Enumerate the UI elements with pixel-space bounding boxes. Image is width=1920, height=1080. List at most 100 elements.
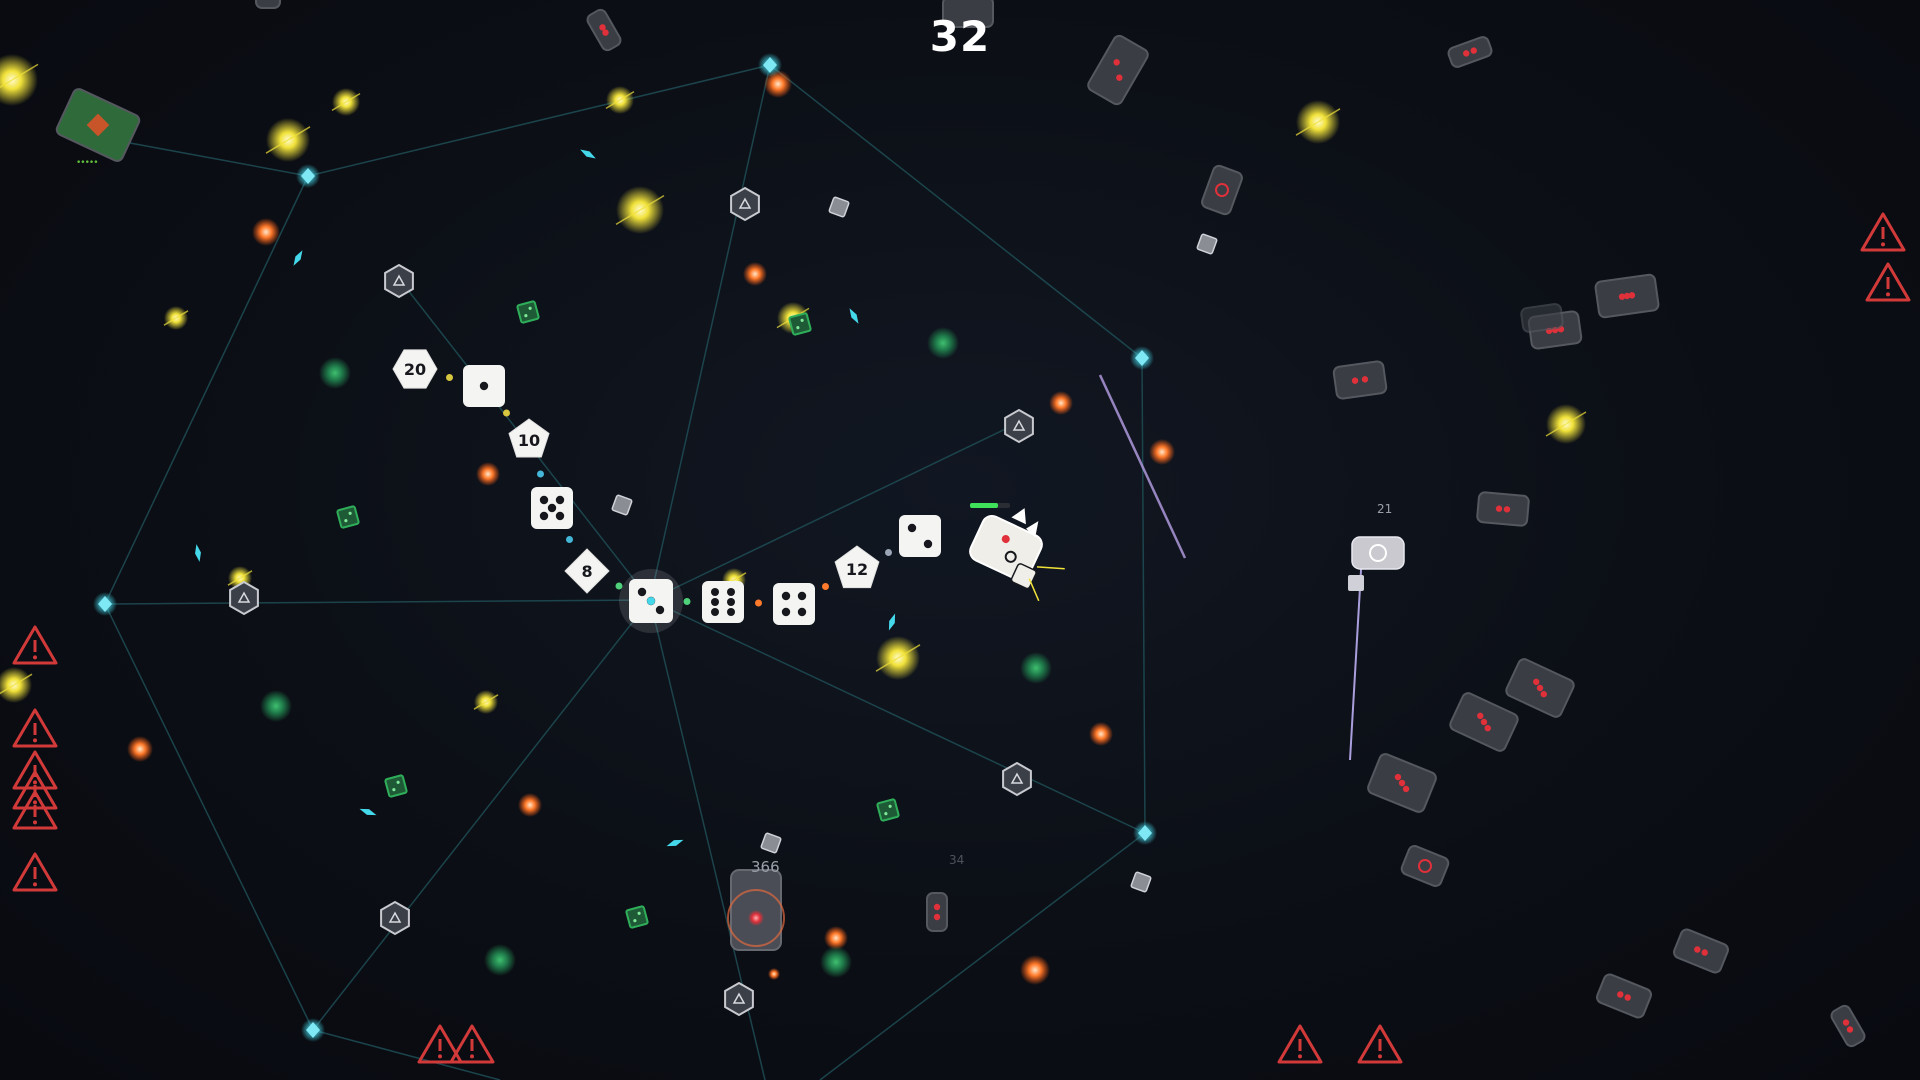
yellow-bug — [0, 667, 32, 703]
chain-link — [615, 582, 623, 590]
enemy-card — [1332, 360, 1388, 400]
crystal-shard — [359, 808, 377, 816]
web-line — [104, 603, 314, 1031]
web-line — [649, 64, 771, 601]
square-turret — [828, 196, 850, 218]
green-die-pickup — [336, 505, 360, 529]
faint-number-label: 34 — [949, 853, 965, 867]
web-line — [769, 64, 1143, 359]
chain-link — [566, 536, 573, 543]
die-d8: 8 — [564, 548, 610, 594]
fireball — [127, 736, 153, 762]
enemy-cards — [55, 0, 1866, 1048]
web-line — [649, 599, 1146, 834]
hexagon-turret-icon — [384, 263, 414, 299]
chain-link — [537, 470, 544, 478]
fireball — [743, 262, 767, 286]
player-ship — [969, 503, 1065, 602]
die-value-label: 20 — [404, 360, 426, 379]
hexagon-turret-icon — [1002, 761, 1032, 797]
web-line — [819, 832, 1146, 1080]
warning-triangle-icon — [1860, 212, 1906, 252]
fireball — [1089, 722, 1113, 746]
web-line — [649, 421, 1021, 601]
battlefield: 20 10 8 12 — [0, 0, 1911, 1080]
green-orb — [260, 690, 292, 722]
enemy-card — [1201, 164, 1243, 216]
die-d12: 12 — [834, 545, 880, 589]
score-counter: 32 — [929, 12, 991, 61]
fireball — [252, 218, 280, 246]
green-orb — [1020, 652, 1052, 684]
enemy-card — [255, 0, 281, 9]
die-d10: 10 — [508, 418, 550, 458]
yellow-bug — [0, 54, 38, 106]
warning-triangle-icon — [1277, 1024, 1323, 1064]
crystal-shard — [849, 308, 859, 324]
die-value-label: 10 — [518, 431, 540, 450]
green-orb — [484, 944, 516, 976]
enemy-card — [1449, 692, 1519, 752]
offscreen-warnings — [12, 212, 1911, 1064]
enemy-card — [1520, 303, 1564, 333]
web-line — [104, 175, 309, 605]
die-value-label: 12 — [846, 560, 868, 579]
enemy-card — [926, 892, 948, 932]
fireball — [1149, 439, 1175, 465]
projectiles — [0, 54, 1587, 985]
square-turret — [1130, 871, 1152, 893]
warning-triangle-icon — [12, 625, 58, 665]
chain-link — [885, 549, 892, 556]
chain-link — [683, 598, 691, 605]
green-orb — [927, 327, 959, 359]
web-line — [1141, 357, 1146, 834]
die-d20: 20 — [392, 349, 438, 389]
enemy-card — [1830, 1004, 1866, 1048]
green-orb — [319, 357, 351, 389]
warning-triangle-icon — [12, 852, 58, 892]
enemy-card — [1400, 845, 1450, 887]
warning-triangle-icon — [12, 708, 58, 748]
card-pip-label: ••••• — [76, 158, 99, 168]
chain-link — [446, 374, 453, 381]
web-line — [312, 599, 651, 1031]
chain-link — [503, 409, 510, 417]
die-value-label: 8 — [581, 562, 592, 581]
die-d6 — [773, 583, 815, 625]
square-turret — [1196, 233, 1218, 255]
warning-triangle-icon — [12, 750, 58, 790]
square-turret — [611, 494, 633, 516]
web-line — [307, 64, 771, 177]
enemy-card — [1367, 753, 1437, 813]
crystal-shard — [293, 250, 303, 266]
die-d6 — [463, 365, 505, 407]
green-die-pickup — [384, 774, 408, 798]
green-die-pickup — [516, 300, 540, 324]
die-d6 — [702, 581, 744, 623]
player-ship-body — [969, 508, 1065, 602]
crystal-shard — [195, 544, 201, 562]
enemy-card — [1673, 928, 1729, 974]
crystal-shard — [666, 839, 684, 847]
hexagon-turret-icon — [730, 186, 760, 222]
enemy-card — [1596, 973, 1652, 1019]
green-die-pickup — [788, 312, 812, 336]
dice-chain: 20 10 8 12 — [392, 349, 941, 633]
player-health-bar — [970, 503, 998, 508]
crystal-shard — [580, 149, 596, 159]
fireball — [518, 793, 542, 817]
crystal-shard — [888, 613, 896, 631]
green-die-pickup — [876, 798, 900, 822]
hexagon-turret-icon — [1004, 408, 1034, 444]
die-d6 — [899, 515, 941, 557]
enemy-hp-label: 366 — [751, 858, 780, 876]
enemy-card — [1505, 658, 1575, 718]
enemy-card-targeted — [727, 869, 785, 951]
warning-triangle-icon — [1865, 262, 1911, 302]
enemy-card — [1594, 273, 1660, 319]
die-d6 — [619, 569, 683, 633]
fireball — [768, 968, 780, 980]
game-canvas[interactable]: 20 10 8 12 32 366 21 34 ••••• — [0, 0, 1920, 1080]
hexagon-turret-icon — [724, 981, 754, 1017]
green-orb — [820, 946, 852, 978]
